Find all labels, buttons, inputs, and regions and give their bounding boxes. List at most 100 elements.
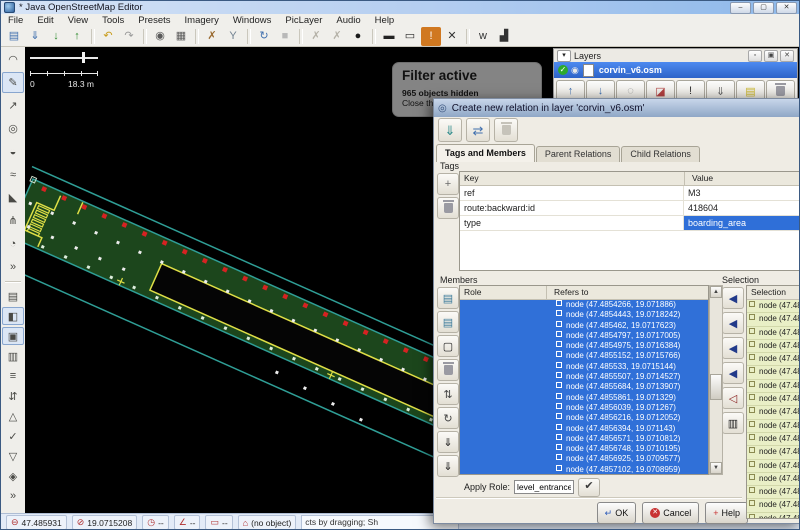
selection-row[interactable]: node (47.48 [747, 406, 800, 419]
menu-help[interactable]: Help [368, 14, 402, 27]
member-row[interactable]: node (47.4856748, 19.0710195) [460, 444, 708, 454]
tag-value[interactable]: M3 [684, 186, 799, 200]
download-data-button[interactable]: ↓ [46, 27, 66, 46]
close-window-icon[interactable]: ✕ [776, 2, 797, 14]
member-row[interactable]: node (47.485462, 19.0717623) [460, 321, 708, 331]
ok-button[interactable]: ↵OK [597, 502, 637, 524]
selection-row[interactable]: node (47.48 [747, 313, 800, 326]
pan-button[interactable]: ● [348, 27, 368, 46]
maximize-window-icon[interactable]: ▢ [753, 2, 774, 14]
layers-close-icon[interactable]: ✕ [780, 50, 794, 62]
presets-tool-button[interactable]: Y [223, 27, 243, 46]
upload-data-button[interactable]: ↑ [67, 27, 87, 46]
relations-toggle-button[interactable]: ▣ [2, 327, 24, 345]
role-input[interactable] [514, 480, 574, 494]
selection-header-label[interactable]: Selection [747, 286, 786, 299]
layer-visibility-eye-icon[interactable]: ◉ [571, 65, 579, 76]
tag-value[interactable]: 418604 [684, 201, 799, 215]
help-button[interactable]: +Help [705, 502, 748, 524]
disabled-tool-1-button[interactable]: ✗ [306, 27, 326, 46]
map-style-tool-button[interactable]: ✗ [202, 27, 222, 46]
menu-tools[interactable]: Tools [95, 14, 131, 27]
member-row[interactable]: node (47.4854443, 19.0718242) [460, 310, 708, 320]
apply-role-button[interactable]: ✔ [578, 478, 600, 497]
draw-way-tool-button[interactable]: ↗ [2, 95, 24, 116]
layer-row-corvin[interactable]: ✓ ◉ corvin_v6.osm [554, 62, 797, 78]
tag-row-route:backward:id[interactable]: route:backward:id418604 [460, 201, 799, 216]
menu-file[interactable]: File [1, 14, 30, 27]
zoom-slider-thumb[interactable] [82, 52, 85, 63]
disabled-tool-2-button[interactable]: ✗ [327, 27, 347, 46]
vehicle-car-button[interactable]: ▬ [379, 27, 399, 46]
warning-log-button[interactable]: ! [421, 27, 441, 46]
chart-button[interactable]: ▟ [494, 27, 514, 46]
download-incomplete-button[interactable]: ⇓ [437, 431, 459, 453]
selection-toggle-button[interactable]: ▥ [2, 347, 24, 365]
selection-row[interactable]: node (47.48 [747, 420, 800, 433]
tag-key[interactable]: ref [460, 186, 684, 200]
member-row[interactable]: node (47.4856394, 19.071143) [460, 424, 708, 434]
member-row[interactable]: node (47.4857102, 19.0708959) [460, 465, 708, 475]
extrude-tool-button[interactable]: ◣ [2, 187, 24, 208]
tags-value-header[interactable]: Value [688, 172, 713, 185]
layers-collapse-button[interactable]: ▾ [557, 50, 571, 62]
delete-member-button[interactable] [437, 359, 459, 381]
member-row[interactable]: node (47.4856925, 19.0709577) [460, 454, 708, 464]
selection-row[interactable]: node (47.48 [747, 353, 800, 366]
cancel-button[interactable]: ✕Cancel [642, 502, 699, 524]
more-tools-button[interactable]: » [2, 256, 24, 277]
redo-button[interactable]: ↷ [119, 27, 139, 46]
wiki-button[interactable]: w [473, 27, 493, 46]
layers-sticky-icon[interactable]: ▫ [748, 50, 762, 62]
selection-row[interactable]: node (47.48 [747, 366, 800, 379]
member-row[interactable]: node (47.4854797, 19.0717005) [460, 331, 708, 341]
sort-members-button[interactable]: ⇅ [437, 383, 459, 405]
add-selection-above-button[interactable]: ◀ [722, 337, 744, 359]
menu-windows[interactable]: Windows [226, 14, 279, 27]
minimize-window-icon[interactable]: – [730, 2, 751, 14]
zoom-to-selection-button[interactable]: ◉ [150, 27, 170, 46]
warnings-toggle-button[interactable]: △ [2, 407, 24, 425]
close-tool-button[interactable]: ✕ [442, 27, 462, 46]
validator-toggle-button[interactable]: ✓ [2, 427, 24, 445]
delete-tool-button[interactable]: ◒ [2, 141, 24, 162]
open-button[interactable]: ▤ [4, 27, 24, 46]
conflicts-toggle-button[interactable]: ⇵ [2, 387, 24, 405]
selection-row[interactable]: node (47.48 [747, 327, 800, 340]
layer-active-check-icon[interactable]: ✓ [558, 65, 568, 75]
members-refersto-header[interactable]: Refers to [550, 286, 589, 299]
menu-view[interactable]: View [61, 14, 95, 27]
vehicle-bus-button[interactable]: ▭ [400, 27, 420, 46]
scroll-up-icon[interactable]: ▲ [710, 286, 722, 298]
tag-key[interactable]: type [460, 216, 684, 230]
tab-child-relations[interactable]: Child Relations [621, 146, 700, 162]
selection-row[interactable]: node (47.48 [747, 433, 800, 446]
refresh-button[interactable]: ↻ [254, 27, 274, 46]
save-button[interactable]: ⇓ [25, 27, 45, 46]
zoom-slider[interactable] [30, 54, 98, 62]
menu-presets[interactable]: Presets [131, 14, 177, 27]
member-row[interactable]: node (47.485533, 19.0715144) [460, 362, 708, 372]
member-row[interactable]: node (47.4855152, 19.0715766) [460, 351, 708, 361]
commands-toggle-button[interactable]: ≡ [2, 367, 24, 385]
copy-disabled-button[interactable]: ▢ [437, 335, 459, 357]
tag-row-type[interactable]: typeboarding_area [460, 216, 799, 231]
more-toggles-button[interactable]: » [2, 487, 24, 505]
tag-value[interactable]: boarding_area [684, 216, 799, 230]
tab-tags-and-members[interactable]: Tags and Members [436, 144, 535, 162]
draw-tool-button[interactable]: ✎ [2, 72, 24, 93]
selection-row[interactable]: node (47.48 [747, 380, 800, 393]
unglue-tool-button[interactable]: ⋔ [2, 210, 24, 231]
rotate-scale-tool-button[interactable]: ◔ [2, 233, 24, 254]
add-selection-below-button[interactable]: ◀ [722, 362, 744, 384]
copy-selection-end-button[interactable]: ▤ [437, 311, 459, 333]
undo-button[interactable]: ↶ [98, 27, 118, 46]
selection-row[interactable]: node (47.48 [747, 486, 800, 499]
scroll-down-icon[interactable]: ▼ [710, 462, 722, 474]
download-selected-button[interactable]: ⇓ [437, 455, 459, 477]
tags-toggle-button[interactable]: ◧ [2, 307, 24, 325]
layers-toggle-button[interactable]: ▤ [2, 287, 24, 305]
rotate-tool-button[interactable]: ◠ [2, 49, 24, 70]
member-row[interactable]: node (47.4855507, 19.0714527) [460, 372, 708, 382]
add-tag-button[interactable]: + [437, 173, 459, 195]
